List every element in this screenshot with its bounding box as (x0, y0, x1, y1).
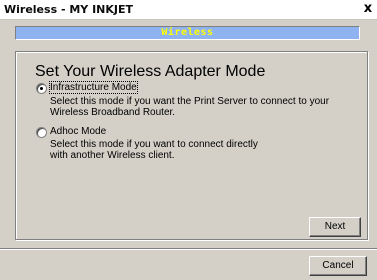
infrastructure-mode-description: Select this mode if you want the Print S… (50, 96, 330, 118)
infrastructure-mode-radio[interactable] (36, 83, 47, 94)
wizard-window: Wireless - MY INKJET x Wireless Set Your… (0, 0, 377, 280)
page-heading: Set Your Wireless Adapter Mode (35, 63, 266, 80)
banner-title: Wireless (161, 27, 214, 38)
wireless-banner: Wireless (15, 26, 360, 40)
cancel-button[interactable]: Cancel (309, 256, 367, 276)
close-button[interactable]: x (361, 1, 375, 16)
window-title: Wireless - MY INKJET (4, 3, 134, 16)
adhoc-desc-line2: with another Wireless client. (50, 150, 175, 161)
adhoc-mode-description: Select this mode if you want to connect … (50, 139, 330, 161)
adhoc-mode-label[interactable]: Adhoc Mode (50, 126, 106, 137)
infrastructure-desc-line2: Wireless Broadband Router. (50, 107, 176, 118)
infrastructure-mode-label[interactable]: Infrastructure Mode (49, 81, 138, 94)
footer-separator (0, 248, 377, 250)
adhoc-mode-radio[interactable] (36, 127, 47, 138)
adhoc-desc-line1: Select this mode if you want to connect … (50, 139, 258, 150)
infrastructure-desc-line1: Select this mode if you want the Print S… (50, 96, 330, 107)
title-bar[interactable]: Wireless - MY INKJET x (0, 0, 377, 20)
next-button[interactable]: Next (309, 217, 361, 237)
